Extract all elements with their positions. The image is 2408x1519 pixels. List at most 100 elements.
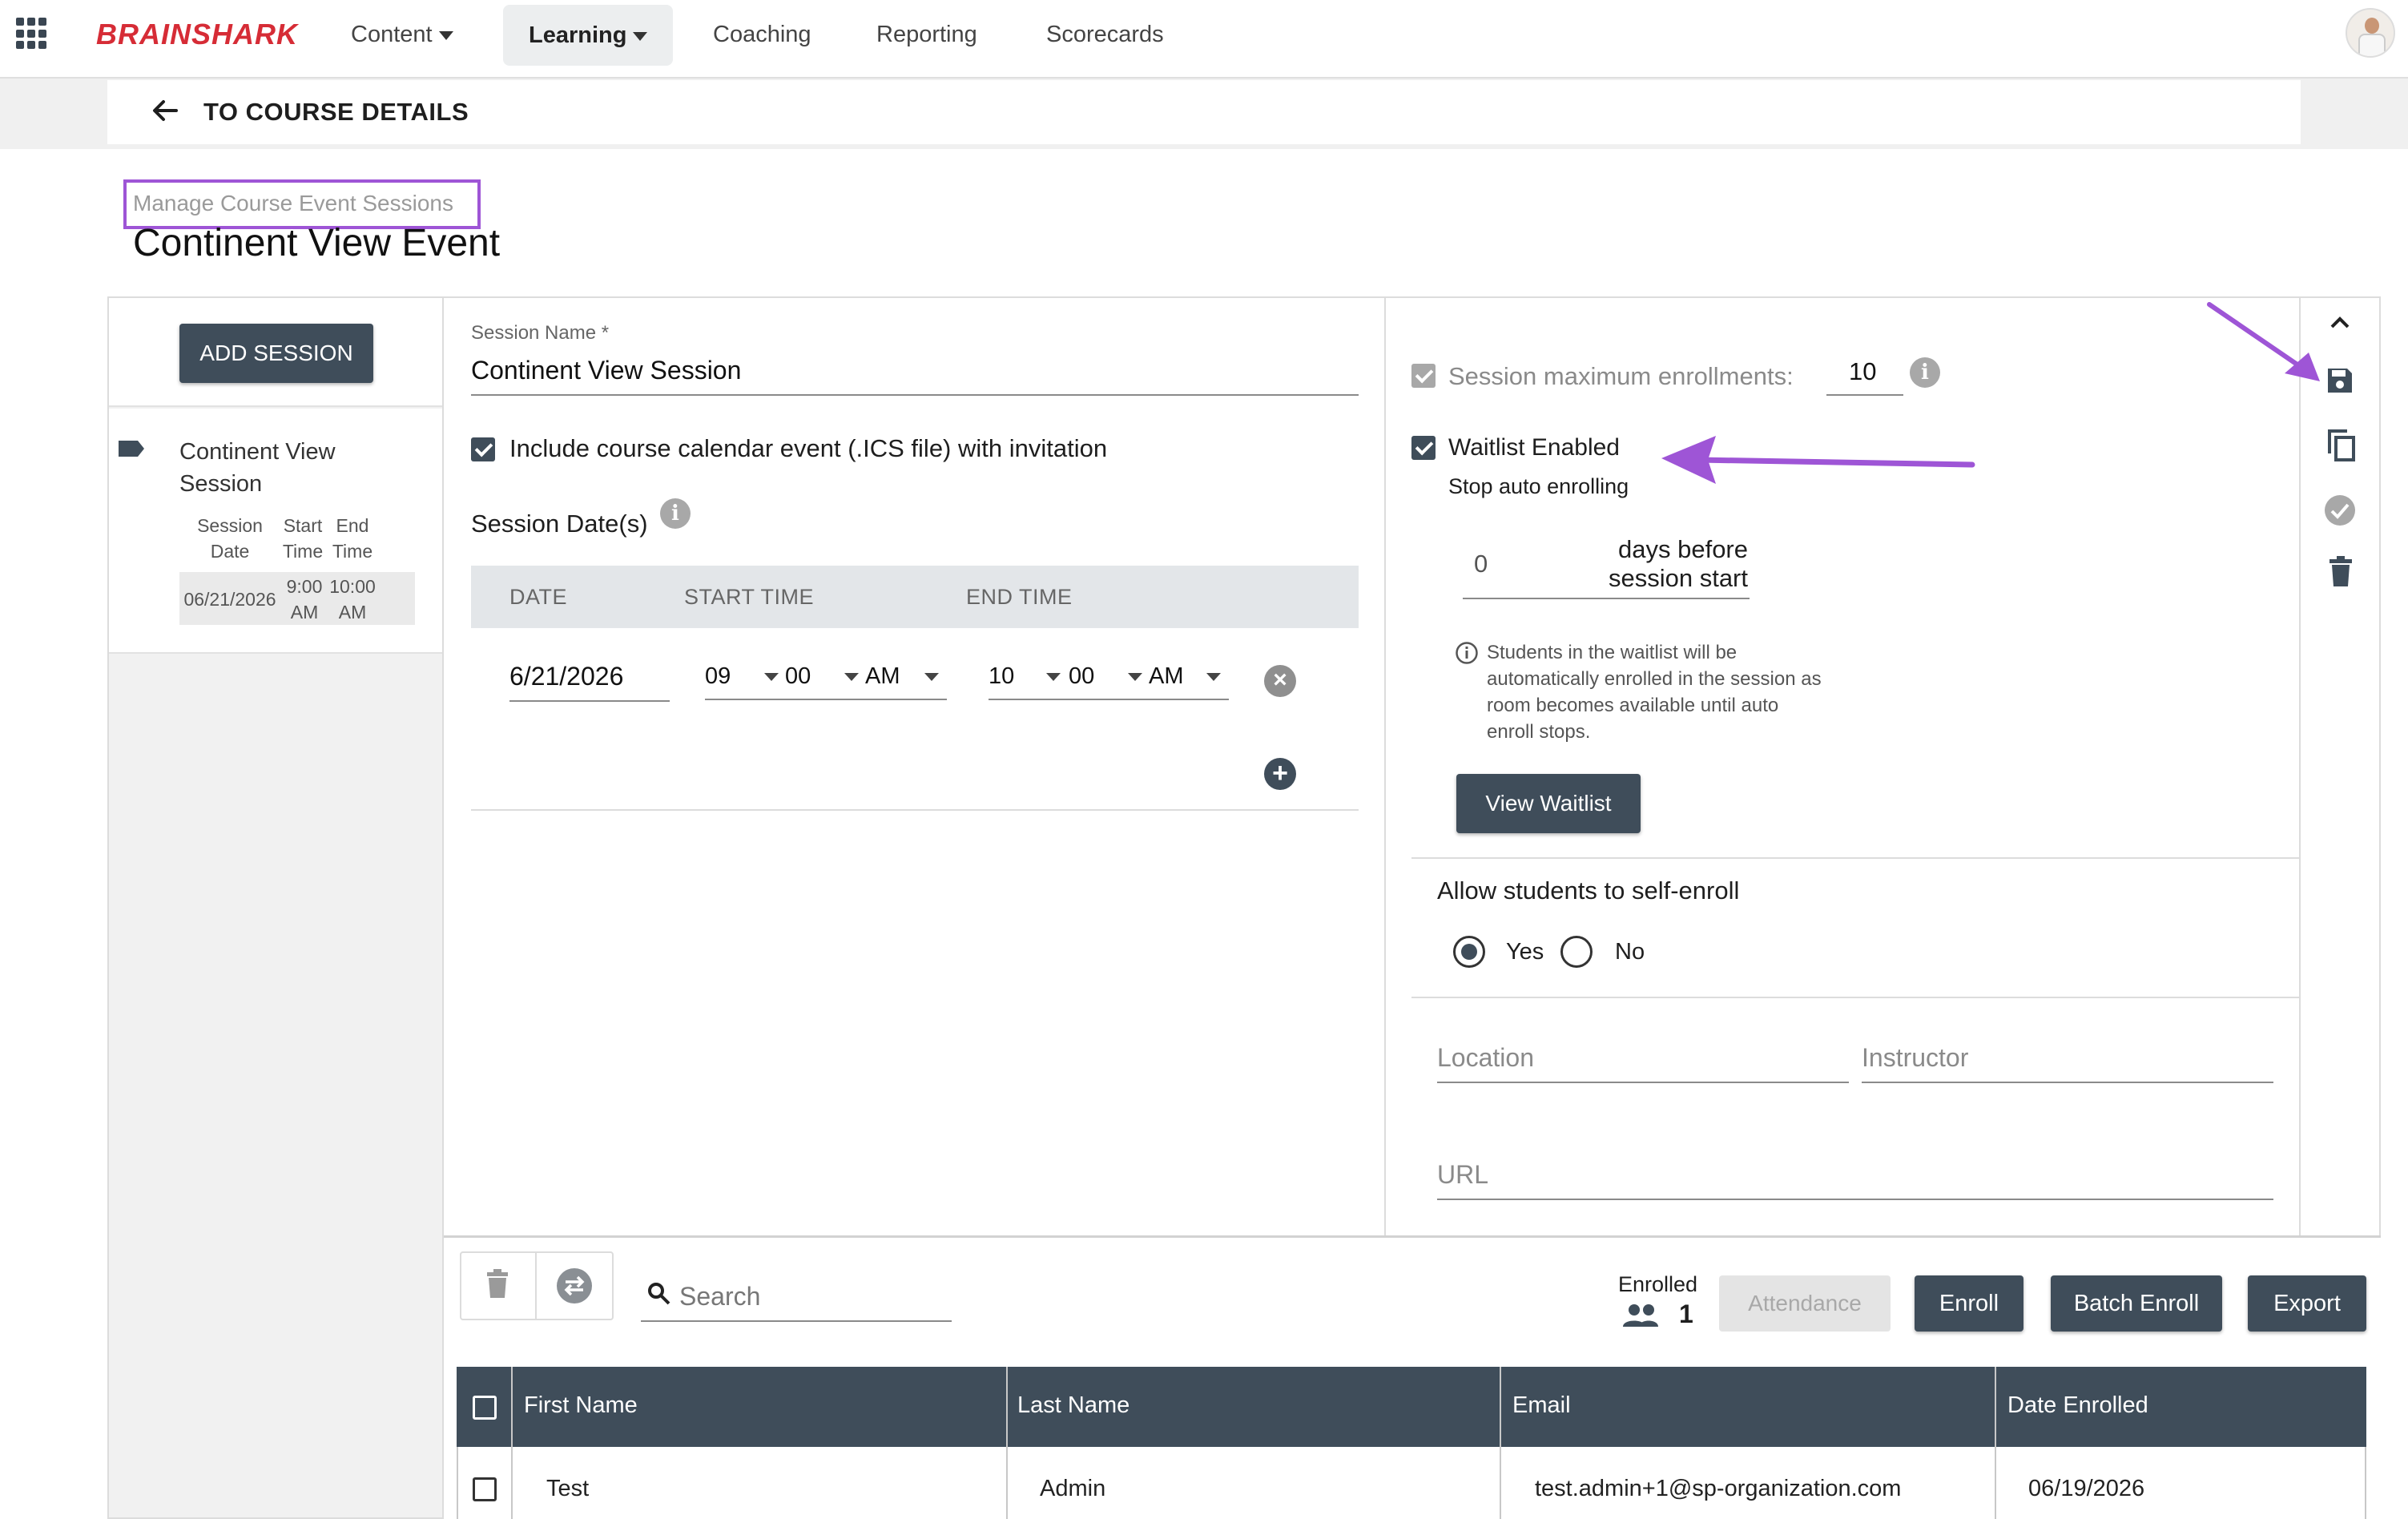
annotation-arrow-icon (2207, 302, 2320, 381)
arrow-left-icon[interactable] (149, 95, 181, 127)
session-date-input[interactable]: 6/21/2026 (509, 662, 623, 691)
annotation-arrow-icon (1661, 436, 1975, 484)
max-enrollments-checkbox (1411, 364, 1436, 388)
start-time-header: Start Time (282, 515, 324, 562)
select-all-checkbox[interactable] (473, 1396, 497, 1420)
export-button[interactable]: Export (2248, 1275, 2366, 1332)
end-minute-select[interactable]: 00 (1069, 663, 1094, 690)
app-launcher-icon[interactable] (16, 18, 48, 50)
max-enrollments-input[interactable]: 10 (1849, 357, 1876, 386)
caret-down-icon[interactable] (1128, 673, 1142, 681)
self-enroll-yes-label: Yes (1506, 939, 1544, 965)
first-name-column-header[interactable]: First Name (524, 1392, 638, 1419)
start-minute-select[interactable]: 00 (785, 663, 811, 690)
nav-learning[interactable]: Learning (503, 5, 674, 66)
waitlist-note: Students in the waitlist will be automat… (1487, 642, 1822, 743)
url-input[interactable]: URL (1437, 1160, 1488, 1190)
instructor-input[interactable]: Instructor (1862, 1043, 1968, 1073)
session-dates-table-header: DATE START TIME END TIME (471, 566, 1359, 628)
self-enroll-no-label: No (1615, 939, 1645, 965)
chevron-down-icon (438, 30, 453, 40)
location-input[interactable]: Location (1437, 1043, 1534, 1073)
table-left-border (457, 1447, 458, 1519)
info-icon[interactable]: i (1910, 357, 1940, 388)
email-column-header[interactable]: Email (1512, 1392, 1571, 1419)
view-waitlist-button[interactable]: View Waitlist (1456, 774, 1641, 833)
ics-checkbox-label: Include course calendar event (.ICS file… (509, 434, 1108, 462)
end-time-header: End Time (332, 515, 373, 562)
batch-enroll-button[interactable]: Batch Enroll (2051, 1275, 2222, 1332)
instructor-underline (1862, 1082, 2273, 1083)
action-group-separator (535, 1253, 537, 1319)
attendance-button[interactable]: Attendance (1719, 1275, 1891, 1332)
self-enroll-no-radio[interactable] (1560, 936, 1593, 968)
column-separator (1500, 1367, 1501, 1519)
caret-down-icon[interactable] (1046, 673, 1061, 681)
enrolled-label: Enrolled (1618, 1272, 1698, 1296)
search-underline (641, 1320, 952, 1322)
self-enroll-divider (1411, 997, 2299, 998)
date-enrolled-column-header[interactable]: Date Enrolled (2007, 1392, 2148, 1419)
start-hour-select[interactable]: 09 (705, 663, 731, 690)
nav-coaching[interactable]: Coaching (713, 0, 811, 77)
end-ampm-select[interactable]: AM (1149, 663, 1184, 690)
session-name-input[interactable]: Continent View Session (471, 356, 741, 385)
last-name-column-header[interactable]: Last Name (1017, 1392, 1130, 1419)
session-name-underline (471, 394, 1359, 396)
caret-down-icon[interactable] (764, 673, 779, 681)
copy-icon[interactable] (2325, 428, 2357, 463)
swap-icon[interactable] (556, 1267, 593, 1304)
info-icon[interactable]: i (660, 498, 691, 529)
end-time-value: 10:00 AM (329, 576, 376, 623)
caret-down-icon[interactable] (844, 673, 859, 681)
days-before-input[interactable]: 0 (1474, 550, 1488, 578)
row-date-enrolled: 06/19/2026 (2028, 1476, 2145, 1501)
nav-reporting[interactable]: Reporting (876, 0, 977, 77)
nav-scorecards[interactable]: Scorecards (1046, 0, 1164, 77)
trash-icon[interactable] (2328, 556, 2354, 588)
check-circle-icon[interactable] (2323, 494, 2357, 527)
session-list-item-name: Continent View Session (179, 439, 336, 497)
enroll-button[interactable]: Enroll (1915, 1275, 2023, 1332)
add-session-button[interactable]: ADD SESSION (179, 324, 373, 383)
date-underline (509, 700, 670, 702)
table-right-border (2365, 1447, 2366, 1519)
search-input[interactable]: Search (679, 1282, 760, 1311)
self-enroll-yes-radio[interactable] (1453, 936, 1485, 968)
days-before-underline (1463, 598, 1750, 599)
location-underline (1437, 1082, 1849, 1083)
ics-checkbox[interactable] (471, 437, 495, 461)
user-avatar[interactable] (2346, 8, 2395, 58)
session-dates-label: Session Date(s) (471, 510, 648, 538)
caret-down-icon[interactable] (924, 673, 939, 681)
row-select-checkbox[interactable] (473, 1477, 497, 1501)
dates-divider (471, 809, 1359, 811)
tag-icon (119, 441, 144, 457)
start-time-underline (705, 699, 947, 700)
caret-down-icon[interactable] (1206, 673, 1221, 681)
row-last-name: Admin (1040, 1476, 1106, 1501)
end-hour-select[interactable]: 10 (989, 663, 1014, 690)
session-date-value: 06/21/2026 (183, 589, 276, 610)
trash-icon[interactable] (485, 1269, 509, 1299)
top-navigation-bar: BRAINSHARK Content Learning Coaching Rep… (0, 0, 2408, 79)
back-to-course-details-link[interactable]: TO COURSE DETAILS (203, 98, 469, 127)
start-ampm-select[interactable]: AM (865, 663, 900, 690)
end-time-underline (989, 699, 1229, 700)
column-separator (1006, 1367, 1008, 1519)
column-separator (1995, 1367, 1996, 1519)
nav-content[interactable]: Content (351, 0, 453, 77)
remove-date-icon[interactable]: × (1264, 665, 1296, 697)
brand-logo[interactable]: BRAINSHARK (96, 18, 298, 51)
end-time-column-header: END TIME (966, 585, 1073, 609)
days-before-label: days before (1618, 535, 1748, 563)
enrolled-count: 1 (1679, 1299, 1693, 1328)
page-title: Continent View Event (133, 222, 501, 264)
column-separator (511, 1367, 513, 1519)
info-outline-icon (1456, 642, 1478, 664)
waitlist-enabled-checkbox[interactable] (1411, 436, 1436, 460)
stop-auto-enrolling-label: Stop auto enrolling (1448, 474, 1629, 498)
chevron-down-icon (633, 31, 648, 41)
add-date-icon[interactable]: + (1264, 758, 1296, 790)
self-enroll-label: Allow students to self-enroll (1437, 876, 1740, 905)
